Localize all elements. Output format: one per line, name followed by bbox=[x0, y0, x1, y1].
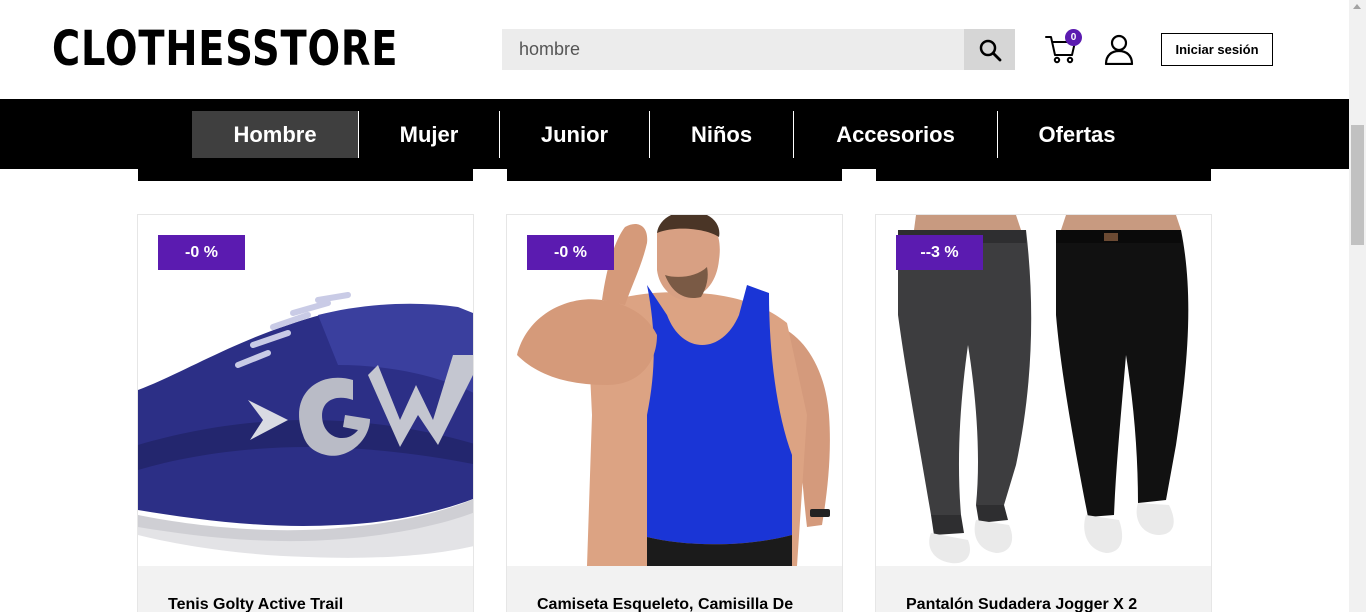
nav-item-accesorios[interactable]: Accesorios bbox=[794, 111, 997, 158]
product-card[interactable]: -0 % Camiseta Esqueleto, Camisilla De bbox=[506, 214, 843, 612]
cart-count-badge: 0 bbox=[1065, 29, 1082, 46]
card-bottom-bar bbox=[138, 169, 473, 181]
product-card[interactable]: -0 % Tenis Golty Active Trail bbox=[137, 214, 474, 612]
nav-item-ofertas[interactable]: Ofertas bbox=[998, 111, 1156, 158]
search-button[interactable] bbox=[964, 29, 1015, 70]
card-bottom-bar bbox=[876, 169, 1211, 181]
page-scrollbar[interactable] bbox=[1349, 0, 1366, 612]
product-title[interactable]: Camiseta Esqueleto, Camisilla De bbox=[537, 596, 793, 612]
nav-item-junior[interactable]: Junior bbox=[500, 111, 649, 158]
product-info: Tenis Golty Active Trail bbox=[138, 566, 473, 612]
product-card[interactable]: --3 % Pantalón Sudadera Jogger X 2 bbox=[875, 214, 1212, 612]
discount-badge: -0 % bbox=[527, 235, 614, 270]
scroll-up-arrow-icon[interactable] bbox=[1353, 4, 1361, 9]
nav-item-ninos[interactable]: Niños bbox=[650, 111, 793, 158]
product-title[interactable]: Pantalón Sudadera Jogger X 2 bbox=[906, 596, 1137, 612]
search-input[interactable] bbox=[502, 29, 964, 70]
card-bottom-bar bbox=[507, 169, 842, 181]
search-bar bbox=[502, 29, 1015, 70]
product-info: Camiseta Esqueleto, Camisilla De bbox=[507, 566, 842, 612]
product-title[interactable]: Tenis Golty Active Trail bbox=[168, 596, 343, 612]
nav-item-mujer[interactable]: Mujer bbox=[359, 111, 499, 158]
user-icon[interactable] bbox=[1103, 33, 1135, 65]
site-header: CLOTHESSTORE 0 Iniciar sesión bbox=[0, 0, 1349, 99]
main-nav: Hombre Mujer Junior Niños Accesorios Ofe… bbox=[0, 99, 1349, 169]
scrollbar-thumb[interactable] bbox=[1351, 125, 1364, 245]
site-logo[interactable]: CLOTHESSTORE bbox=[52, 20, 398, 78]
login-button[interactable]: Iniciar sesión bbox=[1161, 33, 1273, 66]
discount-badge: -0 % bbox=[158, 235, 245, 270]
product-info: Pantalón Sudadera Jogger X 2 bbox=[876, 566, 1211, 612]
search-icon bbox=[979, 39, 1001, 61]
nav-item-hombre[interactable]: Hombre bbox=[192, 111, 358, 158]
discount-badge: --3 % bbox=[896, 235, 983, 270]
